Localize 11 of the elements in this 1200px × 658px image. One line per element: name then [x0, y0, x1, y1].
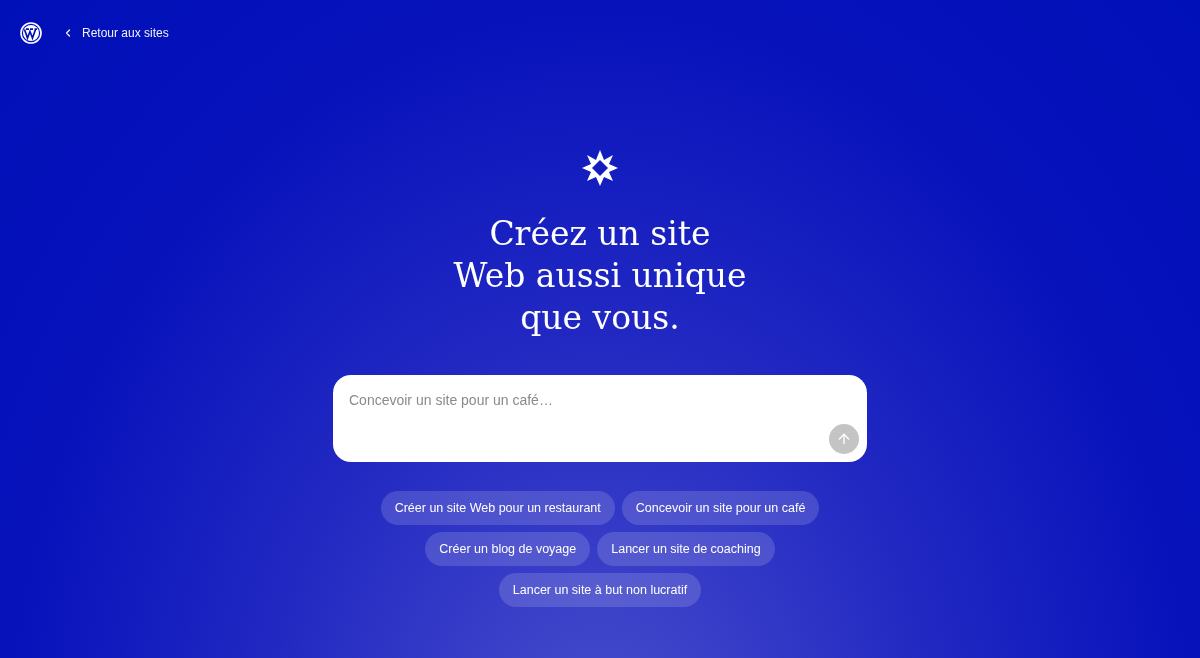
logo-icon[interactable]: [20, 22, 42, 44]
suggestion-chip[interactable]: Créer un blog de voyage: [425, 532, 591, 566]
suggestion-chip[interactable]: Lancer un site de coaching: [597, 532, 775, 566]
suggestion-chip[interactable]: Concevoir un site pour un café: [621, 491, 820, 525]
star-burst-icon: [581, 149, 619, 187]
prompt-field[interactable]: Concevoir un site pour un café…: [333, 375, 867, 462]
arrow-up-icon: [836, 431, 852, 447]
back-link[interactable]: Retour aux sites: [62, 24, 169, 42]
headline: Créez un site Web aussi unique que vous.: [453, 213, 747, 339]
suggestion-chip[interactable]: Créer un site Web pour un restaurant: [380, 491, 615, 525]
suggestion-chip[interactable]: Lancer un site à but non lucratif: [498, 573, 702, 607]
